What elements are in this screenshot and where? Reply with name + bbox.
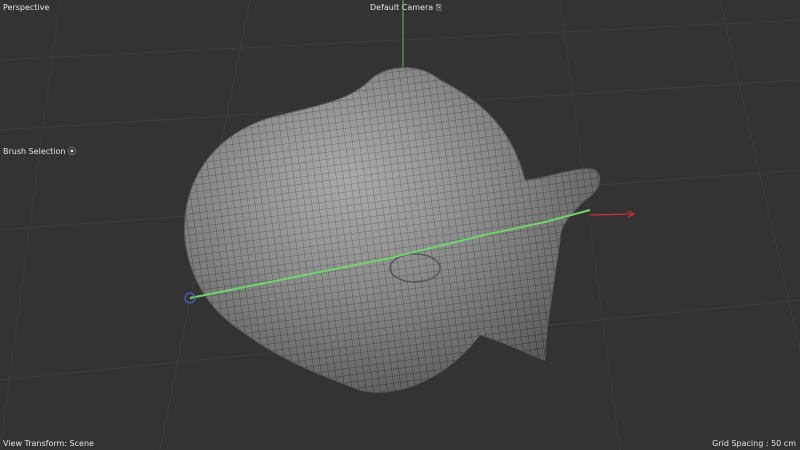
view-name-label[interactable]: Perspective: [3, 3, 49, 12]
x-axis: [589, 210, 636, 218]
grid-spacing-label: Grid Spacing : 50 cm: [712, 439, 796, 448]
brush-selection-menu[interactable]: Brush Selection ⦿: [3, 146, 76, 157]
brush-selection-label: Brush Selection: [3, 147, 66, 156]
dot-icon: ⦿: [68, 147, 77, 156]
camera-label: Default Camera: [370, 3, 434, 12]
camera-icon: ⎘: [435, 3, 443, 12]
3d-viewport[interactable]: [0, 0, 800, 450]
view-transform-label: View Transform: Scene: [3, 439, 94, 448]
camera-menu[interactable]: Default Camera ⎘: [370, 3, 442, 13]
fish-mesh[interactable]: [184, 67, 601, 393]
